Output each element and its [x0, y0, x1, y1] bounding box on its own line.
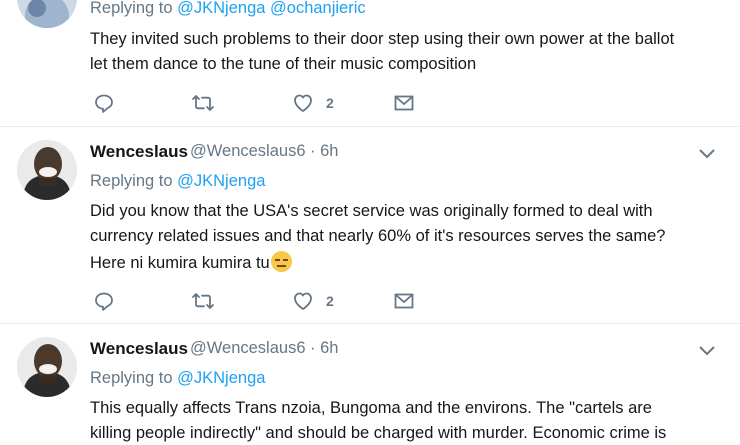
replying-prefix: Replying to [90, 369, 178, 387]
heart-icon [294, 292, 312, 310]
replying-prefix: Replying to [90, 172, 178, 190]
reply-icon [95, 94, 113, 113]
retweet-button[interactable] [189, 289, 217, 313]
heart-icon [294, 94, 312, 112]
chevron-down-icon [699, 149, 715, 159]
chevron-down-icon [699, 346, 715, 356]
like-count: 2 [326, 95, 334, 111]
reply-button[interactable] [93, 91, 115, 115]
retweet-icon [192, 293, 214, 309]
reply-icon [95, 292, 113, 311]
dm-button[interactable] [393, 91, 415, 115]
retweet-button[interactable] [189, 91, 217, 115]
author-name[interactable]: Wenceslaus [90, 142, 188, 162]
envelope-icon [394, 293, 414, 309]
tweet-text-line: killing people indirectly" and should be… [90, 424, 667, 442]
mention-link[interactable]: @JKNjenga [177, 369, 265, 387]
mention-link[interactable]: @JKNjenga @ochanjieric [177, 0, 366, 17]
tweet-timestamp[interactable]: · 6h [310, 339, 338, 358]
tweet-text-line: They invited such problems to their door… [90, 30, 675, 48]
author-name[interactable]: Wenceslaus [90, 339, 188, 359]
avatar[interactable] [17, 140, 77, 200]
avatar[interactable] [17, 337, 77, 397]
tweet-2[interactable]: Wenceslaus @Wenceslaus6 · 6h Replying to… [0, 127, 740, 323]
replying-to: Replying to @JKNjenga [90, 172, 265, 191]
tweet-3[interactable]: Wenceslaus @Wenceslaus6 · 6h Replying to… [0, 324, 740, 445]
avatar[interactable] [17, 0, 77, 28]
reply-button[interactable] [93, 289, 115, 313]
replying-to: Replying to @JKNjenga [90, 369, 265, 388]
tweet-menu-button[interactable] [697, 344, 717, 358]
tweet-1[interactable]: Replying to @JKNjenga @ochanjieric They … [0, 0, 740, 126]
tweet-text-line: This equally affects Trans nzoia, Bungom… [90, 399, 652, 417]
tweet-text-line: Did you know that the USA's secret servi… [90, 202, 653, 220]
retweet-icon [192, 95, 214, 111]
like-button[interactable]: 2 [292, 289, 334, 313]
author-handle[interactable]: @Wenceslaus6 [190, 339, 306, 358]
author-handle[interactable]: @Wenceslaus6 [190, 142, 306, 161]
tweet-timestamp[interactable]: · 6h [310, 142, 338, 161]
replying-to: Replying to @JKNjenga @ochanjieric [90, 0, 366, 18]
expressionless-face-emoji-icon [270, 251, 292, 272]
mention-link[interactable]: @JKNjenga [177, 172, 265, 190]
tweet-text-line-with-emoji: Here ni kumira kumira tu [90, 251, 292, 273]
like-button[interactable]: 2 [292, 91, 334, 115]
replying-prefix: Replying to [90, 0, 178, 17]
tweet-actions: 2 [0, 289, 740, 313]
tweet-text-line: let them dance to the tune of their musi… [90, 55, 477, 73]
tweet-text-segment: Here ni kumira kumira tu [90, 254, 270, 272]
tweet-text-line: currency related issues and that nearly … [90, 227, 666, 245]
like-count: 2 [326, 293, 334, 309]
dm-button[interactable] [393, 289, 415, 313]
tweet-menu-button[interactable] [697, 147, 717, 161]
tweet-actions: 2 [0, 91, 740, 115]
envelope-icon [394, 95, 414, 111]
